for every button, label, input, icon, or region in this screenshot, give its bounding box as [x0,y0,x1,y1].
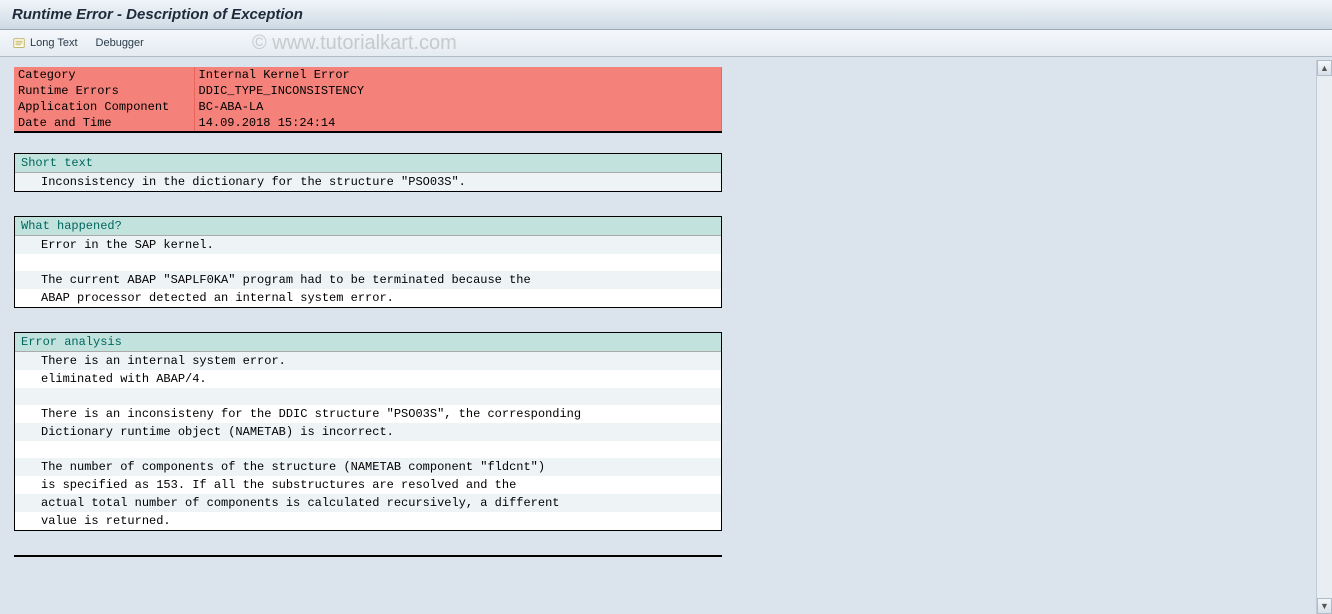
window-title: Runtime Error - Description of Exception [0,0,1332,30]
runtime-errors-label: Runtime Errors [14,83,194,99]
text-line: ABAP processor detected an internal syst… [15,289,721,307]
short-text-body: Inconsistency in the dictionary for the … [15,173,721,191]
short-text-section: Short text Inconsistency in the dictiona… [14,153,722,192]
text-line [15,441,721,458]
debugger-label: Debugger [96,37,144,49]
text-line: Error in the SAP kernel. [15,236,721,254]
text-line [15,254,721,271]
app-component-label: Application Component [14,99,194,115]
error-analysis-section: Error analysis There is an internal syst… [14,332,722,531]
toolbar: Long Text Debugger [0,30,1332,57]
what-happened-section: What happened? Error in the SAP kernel. T… [14,216,722,308]
table-row: Application Component BC-ABA-LA [14,99,722,115]
runtime-errors-value: DDIC_TYPE_INCONSISTENCY [194,83,722,99]
text-line: The current ABAP "SAPLF0KA" program had … [15,271,721,289]
what-happened-body: Error in the SAP kernel. The current ABAP… [15,236,721,307]
text-line: Dictionary runtime object (NAMETAB) is i… [15,423,721,441]
long-text-label: Long Text [30,37,78,49]
debugger-button[interactable]: Debugger [96,37,144,49]
table-row: Runtime Errors DDIC_TYPE_INCONSISTENCY [14,83,722,99]
error-info-table: Category Internal Kernel Error Runtime E… [14,67,722,133]
text-line: actual total number of components is cal… [15,494,721,512]
error-analysis-header: Error analysis [15,333,721,352]
text-line: value is returned. [15,512,721,530]
long-text-button[interactable]: Long Text [12,36,78,50]
category-label: Category [14,67,194,83]
text-line: There is an inconsisteny for the DDIC st… [15,405,721,423]
datetime-value: 14.09.2018 15:24:14 [194,115,722,132]
app-component-value: BC-ABA-LA [194,99,722,115]
datetime-label: Date and Time [14,115,194,132]
text-line [15,388,721,405]
long-text-icon [12,36,26,50]
text-line: Inconsistency in the dictionary for the … [15,173,721,191]
short-text-header: Short text [15,154,721,173]
scroll-track[interactable] [1317,76,1332,598]
what-happened-header: What happened? [15,217,721,236]
text-line: eliminated with ABAP/4. [15,370,721,388]
table-row: Date and Time 14.09.2018 15:24:14 [14,115,722,132]
text-line: The number of components of the structur… [15,458,721,476]
table-row: Category Internal Kernel Error [14,67,722,83]
vertical-scrollbar[interactable]: ▲ ▼ [1316,60,1332,614]
scroll-up-icon[interactable]: ▲ [1317,60,1332,76]
category-value: Internal Kernel Error [194,67,722,83]
text-line: is specified as 153. If all the substruc… [15,476,721,494]
scroll-down-icon[interactable]: ▼ [1317,598,1332,614]
error-analysis-body: There is an internal system error.elimin… [15,352,721,530]
text-line: There is an internal system error. [15,352,721,370]
content-area: Category Internal Kernel Error Runtime E… [0,57,1332,567]
section-divider [14,555,722,557]
